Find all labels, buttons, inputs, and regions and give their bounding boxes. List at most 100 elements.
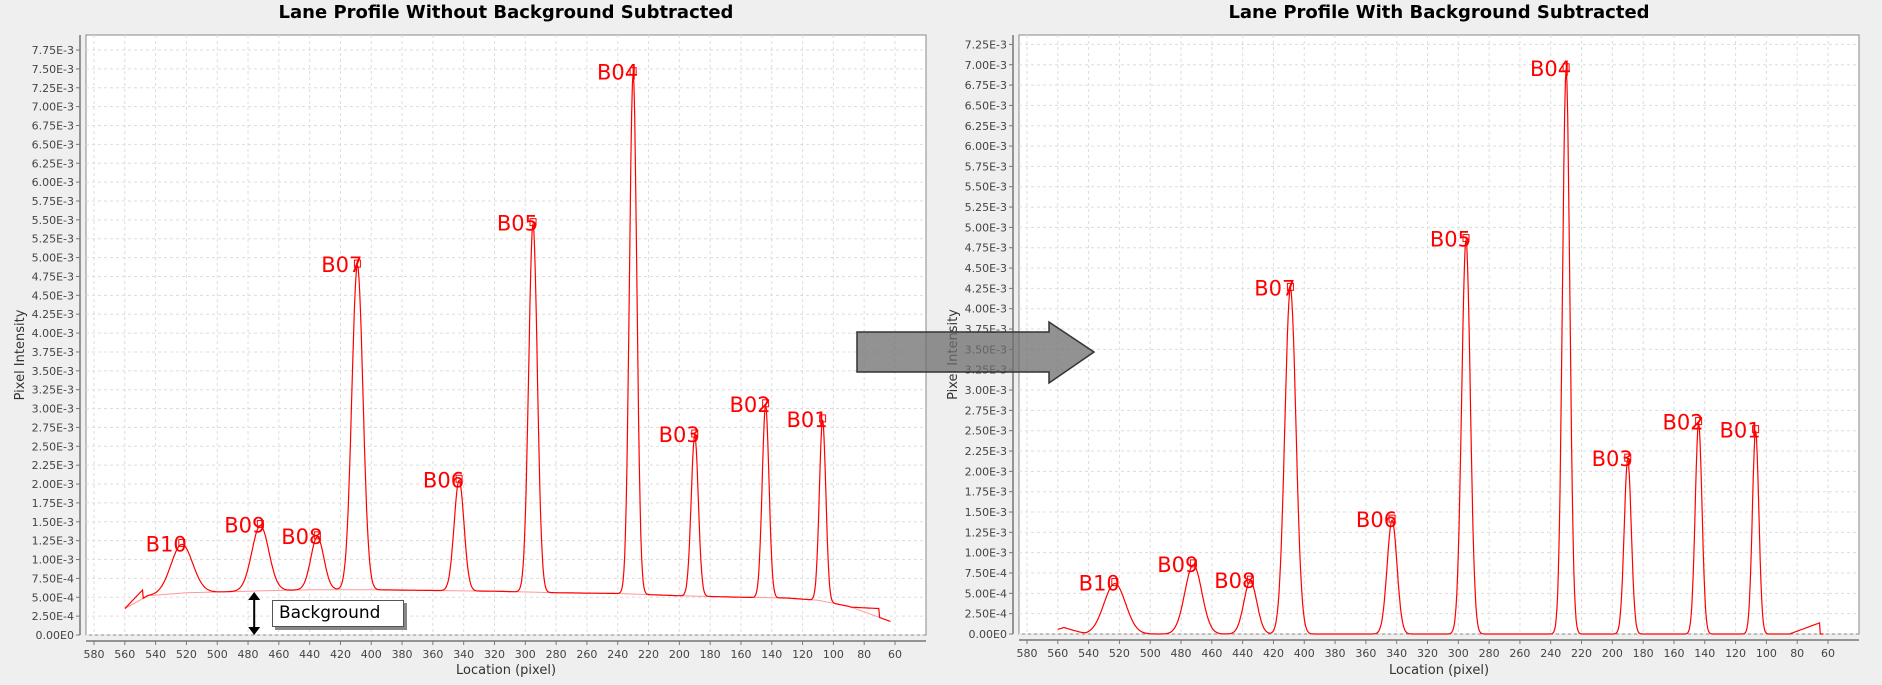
- y-tick-label: 1.00E-3: [965, 547, 1007, 560]
- x-tick-label: 240: [607, 648, 628, 661]
- y-tick-label: 6.50E-3: [32, 138, 74, 151]
- x-tick-label: 280: [1479, 647, 1500, 660]
- y-tick-label: 4.00E-3: [965, 303, 1007, 316]
- x-tick-label: 260: [576, 648, 597, 661]
- peak-label: B08: [281, 525, 322, 549]
- y-tick-label: 7.25E-3: [32, 82, 74, 95]
- y-tick-label: 6.25E-3: [965, 120, 1007, 133]
- left-chart: 0.00E0 2.50E-4 5.00E-4 7.50E-4 1.00E-3 1.25E-…: [13, 34, 927, 678]
- x-tick-label: 520: [1109, 647, 1130, 660]
- y-tick-label: 1.00E-3: [32, 554, 74, 567]
- x-axis-title: Location (pixel): [456, 663, 556, 678]
- x-tick-label: 520: [176, 648, 197, 661]
- y-tick-label: 4.50E-3: [965, 262, 1007, 275]
- y-tick-label: 2.50E-3: [32, 440, 74, 453]
- y-tick-label: 1.25E-3: [32, 535, 74, 548]
- peak-label: B09: [1157, 553, 1198, 577]
- x-axis-title: Location (pixel): [1389, 663, 1489, 678]
- x-tick-label: 200: [1602, 647, 1623, 660]
- peak-label: B02: [1662, 411, 1703, 435]
- y-tick-label: 5.25E-3: [965, 201, 1007, 214]
- x-tick-label: 320: [484, 648, 505, 661]
- x-tick-label: 60: [888, 648, 902, 661]
- y-tick-label: 4.75E-3: [32, 270, 74, 283]
- y-tick-label: 7.00E-3: [32, 101, 74, 114]
- y-tick-label: 1.25E-3: [965, 526, 1007, 539]
- x-tick-label: 380: [392, 648, 413, 661]
- plot-area: [85, 34, 927, 636]
- y-tick-label: 6.75E-3: [32, 120, 74, 133]
- y-tick-label: 1.50E-3: [965, 506, 1007, 519]
- y-tick-label: 2.00E-3: [965, 465, 1007, 478]
- y-tick-label: 2.50E-3: [965, 425, 1007, 438]
- y-tick-label: 5.25E-3: [32, 233, 74, 246]
- y-tick-label: 4.50E-3: [32, 289, 74, 302]
- x-tick-label: 540: [1078, 647, 1099, 660]
- x-tick-label: 320: [1417, 647, 1438, 660]
- x-tick-label: 140: [1694, 647, 1715, 660]
- peak-label: B04: [597, 61, 638, 85]
- peak-label: B06: [1356, 508, 1397, 532]
- y-tick-label: 6.00E-3: [965, 140, 1007, 153]
- charts-canvas: 0.00E0 2.50E-4 5.00E-4 7.50E-4 1.00E-3 1.25E-…: [13, 34, 1860, 678]
- y-tick-label: 6.00E-3: [32, 176, 74, 189]
- x-tick-label: 360: [422, 648, 443, 661]
- y-tick-label: 2.25E-3: [32, 459, 74, 472]
- y-tick-label: 5.00E-3: [32, 252, 74, 265]
- x-tick-label: 120: [792, 648, 813, 661]
- x-tick-label: 60: [1821, 647, 1835, 660]
- y-tick-label: 5.75E-3: [32, 195, 74, 208]
- x-tick-label: 300: [515, 648, 536, 661]
- y-tick-label: 5.00E-4: [965, 587, 1007, 600]
- y-tick-label: 3.00E-3: [32, 403, 74, 416]
- x-tick-label: 420: [330, 648, 351, 661]
- peak-label: B10: [146, 532, 187, 556]
- x-tick-label: 440: [299, 648, 320, 661]
- y-tick-label: 2.25E-3: [965, 445, 1007, 458]
- peak-label: B03: [1592, 447, 1633, 471]
- x-tick-label: 360: [1355, 647, 1376, 660]
- x-tick-label: 500: [207, 648, 228, 661]
- y-tick-label: 7.50E-3: [32, 63, 74, 76]
- x-tick-label: 160: [1663, 647, 1684, 660]
- y-tick-label: 3.25E-3: [32, 384, 74, 397]
- x-tick-label: 280: [546, 648, 567, 661]
- peak-label: B06: [423, 468, 464, 492]
- y-tick-label: 3.50E-3: [32, 365, 74, 378]
- y-tick-label: 0.00E0: [36, 629, 74, 642]
- y-tick-label: 7.00E-3: [965, 59, 1007, 72]
- y-axis-title: Pixel Intensity: [13, 309, 28, 400]
- peak-label: B07: [1254, 276, 1295, 300]
- x-tick-label: 80: [857, 648, 871, 661]
- plot-area: [1018, 34, 1860, 635]
- x-tick-label: 560: [1047, 647, 1068, 660]
- y-tick-label: 3.75E-3: [32, 346, 74, 359]
- y-tick-label: 7.75E-3: [32, 44, 74, 57]
- y-tick-label: 5.75E-3: [965, 160, 1007, 173]
- x-tick-label: 120: [1725, 647, 1746, 660]
- x-tick-label: 560: [114, 648, 135, 661]
- y-tick-label: 5.50E-3: [32, 214, 74, 227]
- y-tick-label: 3.00E-3: [965, 384, 1007, 397]
- y-tick-label: 7.25E-3: [965, 38, 1007, 51]
- x-tick-label: 260: [1509, 647, 1530, 660]
- x-tick-label: 80: [1790, 647, 1804, 660]
- x-tick-label: 460: [268, 648, 289, 661]
- y-tick-label: 5.00E-3: [965, 221, 1007, 234]
- peak-label: B01: [1719, 419, 1760, 443]
- peak-label: B10: [1079, 572, 1120, 596]
- y-tick-label: 5.00E-4: [32, 591, 74, 604]
- x-tick-label: 100: [1756, 647, 1777, 660]
- x-tick-label: 440: [1232, 647, 1253, 660]
- x-tick-label: 220: [638, 648, 659, 661]
- peak-label: B07: [321, 253, 362, 277]
- y-tick-label: 2.50E-4: [32, 610, 74, 623]
- x-tick-label: 340: [1386, 647, 1407, 660]
- y-tick-label: 2.75E-3: [965, 404, 1007, 417]
- background-annotation-label: Background: [272, 600, 404, 627]
- y-tick-label: 6.25E-3: [32, 157, 74, 170]
- x-tick-label: 380: [1325, 647, 1346, 660]
- x-tick-label: 340: [453, 648, 474, 661]
- y-tick-label: 1.75E-3: [965, 486, 1007, 499]
- y-tick-label: 7.50E-4: [32, 572, 74, 585]
